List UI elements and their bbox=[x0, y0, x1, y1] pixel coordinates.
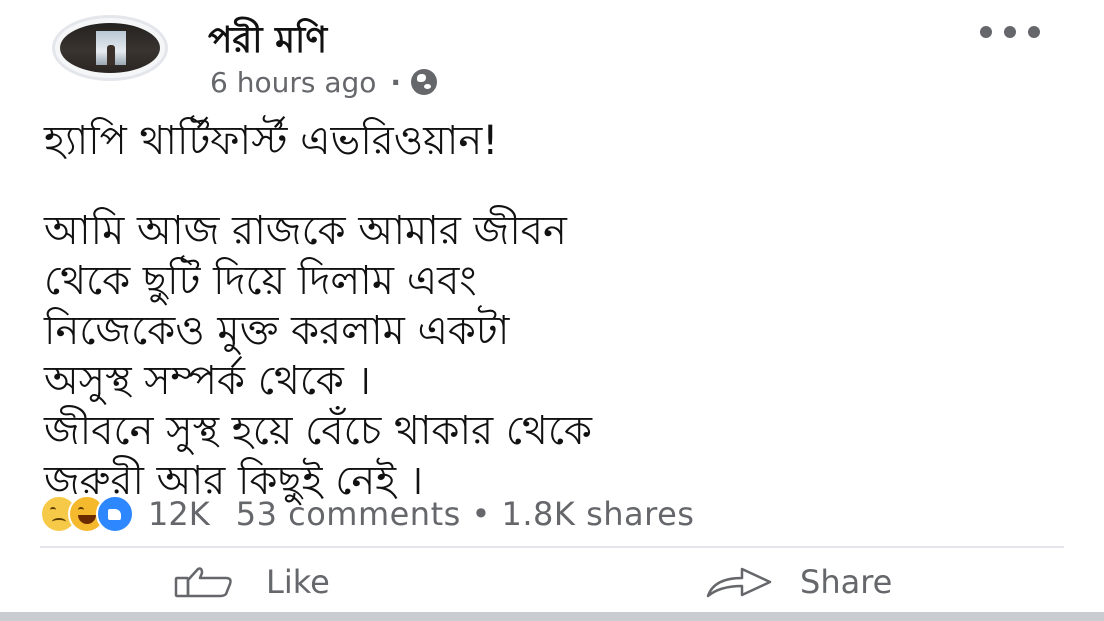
stats-bullet: • bbox=[471, 495, 491, 533]
more-dot bbox=[1004, 26, 1016, 38]
comments-count[interactable]: 53 comments bbox=[236, 495, 461, 533]
avatar-figure bbox=[107, 45, 115, 65]
action-bar: Like Share bbox=[0, 556, 1104, 608]
thumbs-up-icon bbox=[174, 567, 232, 598]
share-arrow-icon bbox=[706, 567, 772, 598]
avatar-photo bbox=[60, 23, 160, 73]
post-meta: 6 hours ago · bbox=[210, 62, 438, 102]
post-line: নিজেকেও মুক্ত করলাম একটা bbox=[44, 308, 510, 354]
meta-separator: · bbox=[390, 65, 402, 99]
reactions-bar: 12K 53 comments • 1.8K shares bbox=[40, 492, 1080, 536]
more-options-button[interactable] bbox=[980, 20, 1040, 44]
post-line: জীবনে সুস্থ হয়ে বেঁচে থাকার থেকে bbox=[44, 408, 592, 454]
post-line: থেকে ছুটি দিয়ে দিলাম এবং bbox=[44, 258, 477, 304]
bottom-separator bbox=[0, 612, 1104, 621]
like-reaction-icon[interactable] bbox=[96, 495, 134, 533]
avatar-ring bbox=[52, 15, 168, 81]
post-line: অসুস্থ সম্পর্ক থেকে । bbox=[44, 358, 371, 404]
like-label: Like bbox=[266, 563, 330, 601]
shares-count[interactable]: 1.8K shares bbox=[502, 495, 695, 533]
post-body: হ্যাপি থার্টিফার্স্ট এভরিওয়ান! আমি আজ র… bbox=[44, 116, 1084, 506]
reaction-count[interactable]: 12K bbox=[148, 495, 210, 533]
author-name[interactable]: পরী মণি bbox=[208, 16, 327, 66]
post-card: পরী মণি 6 hours ago · হ্যাপি থার্টিফার্স… bbox=[0, 0, 1104, 621]
engagement-stats: 53 comments • 1.8K shares bbox=[236, 495, 695, 533]
avatar[interactable] bbox=[42, 15, 178, 81]
more-dot bbox=[1028, 26, 1040, 38]
divider bbox=[40, 546, 1064, 548]
post-timestamp[interactable]: 6 hours ago bbox=[210, 66, 376, 99]
post-line: আমি আজ রাজকে আমার জীবন bbox=[44, 208, 567, 254]
share-button[interactable]: Share bbox=[706, 556, 892, 608]
post-line: হ্যাপি থার্টিফার্স্ট এভরিওয়ান! bbox=[44, 118, 499, 164]
globe-icon bbox=[411, 69, 438, 95]
share-label: Share bbox=[800, 563, 893, 601]
like-button[interactable]: Like bbox=[174, 556, 330, 608]
more-dot bbox=[980, 26, 992, 38]
